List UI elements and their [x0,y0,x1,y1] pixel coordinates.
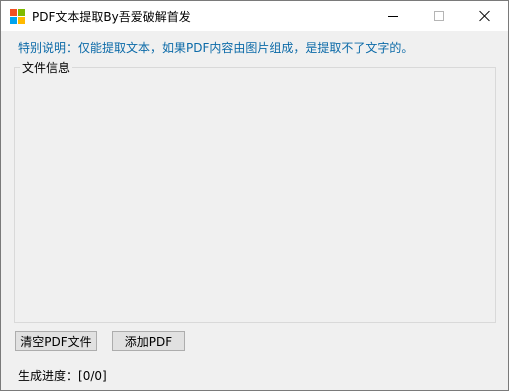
maximize-button[interactable] [416,1,462,31]
minimize-icon [388,15,398,17]
maximize-icon [434,11,444,21]
file-info-label: 文件信息 [20,59,73,76]
add-pdf-button[interactable]: 添加PDF [112,331,185,351]
clear-pdf-button[interactable]: 清空PDF文件 [15,331,97,351]
progress-label: 生成进度： [18,369,79,383]
window-title: PDF文本提取By吾爱破解首发 [32,10,191,24]
file-info-groupbox [14,67,496,323]
progress-value: [0/0] [78,369,107,383]
close-button[interactable] [462,1,508,31]
close-icon [479,10,491,22]
windows-logo-icon [10,9,26,25]
progress-status: 生成进度：[0/0] [18,367,107,384]
notice-text: 特别说明：仅能提取文本，如果PDF内容由图片组成，是提取不了文字的。 [18,41,414,55]
app-window: PDF文本提取By吾爱破解首发 特别说明：仅能提取文本，如果PDF内容由图片组成… [0,0,509,391]
title-bar[interactable]: PDF文本提取By吾爱破解首发 [1,1,508,31]
minimize-button[interactable] [370,1,416,31]
